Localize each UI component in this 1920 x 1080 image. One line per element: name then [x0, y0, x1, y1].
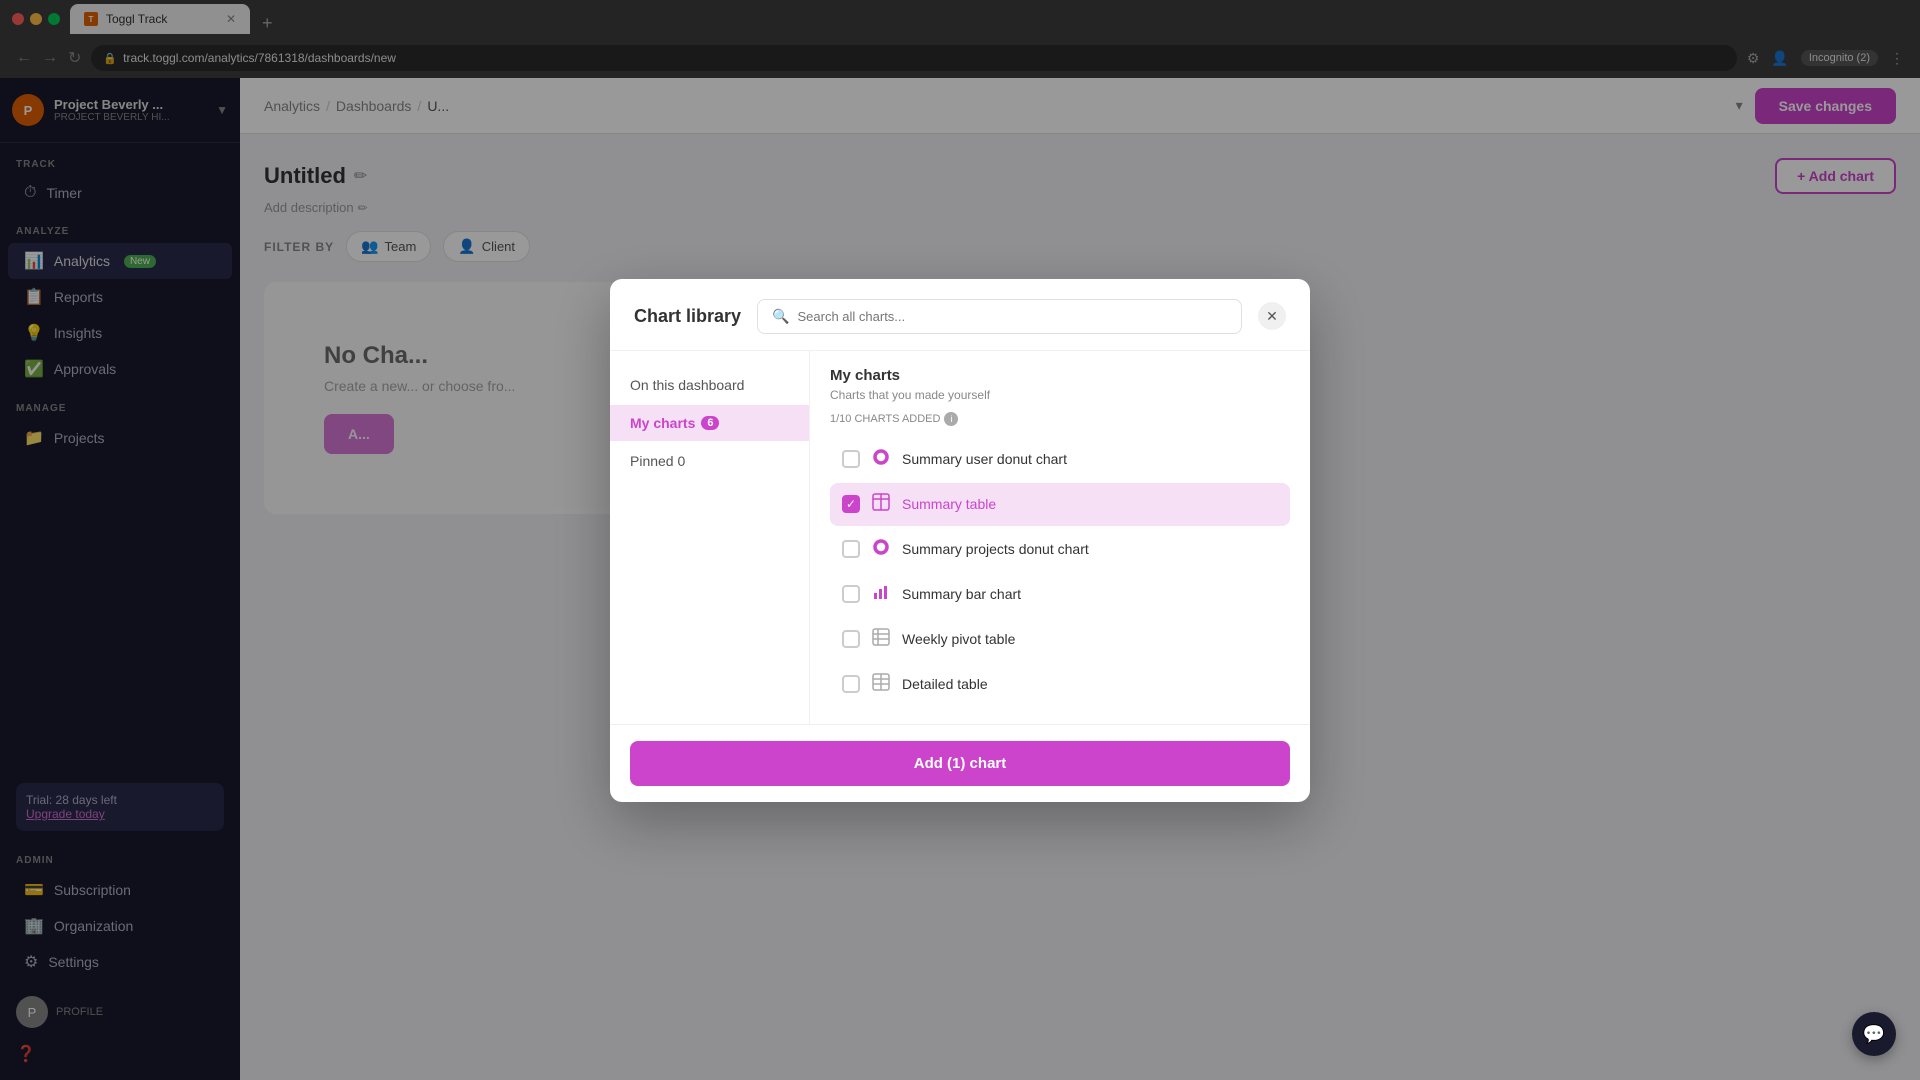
- add-chart-modal-button[interactable]: Add (1) chart: [630, 741, 1290, 786]
- modal-nav: On this dashboard My charts 6 Pinned 0: [610, 351, 810, 724]
- checkbox-summary-table[interactable]: ✓: [842, 495, 860, 513]
- pinned-label: Pinned 0: [630, 453, 685, 469]
- on-dashboard-label: On this dashboard: [630, 377, 744, 393]
- my-charts-badge: 6: [701, 416, 719, 430]
- chart-item-summary-projects-donut[interactable]: Summary projects donut chart: [830, 528, 1290, 571]
- modal-nav-item-my-charts[interactable]: My charts 6: [610, 405, 809, 441]
- chart-name-summary-user-donut: Summary user donut chart: [902, 451, 1067, 467]
- chart-name-detailed-table: Detailed table: [902, 676, 988, 692]
- bar-icon: [872, 583, 890, 606]
- table-icon-1: [872, 493, 890, 516]
- chart-name-summary-bar: Summary bar chart: [902, 586, 1021, 602]
- chat-icon: 💬: [1863, 1024, 1885, 1045]
- modal-title: Chart library: [634, 306, 741, 327]
- modal-search-box[interactable]: 🔍: [757, 299, 1242, 334]
- modal-nav-item-on-dashboard[interactable]: On this dashboard: [610, 367, 809, 403]
- info-icon[interactable]: i: [944, 412, 958, 426]
- chart-name-summary-projects-donut: Summary projects donut chart: [902, 541, 1089, 557]
- chart-name-weekly-pivot: Weekly pivot table: [902, 631, 1015, 647]
- search-input[interactable]: [797, 309, 1227, 324]
- added-count-text: 1/10 CHARTS ADDED: [830, 413, 940, 425]
- modal-footer: Add (1) chart: [610, 724, 1310, 802]
- checkbox-weekly-pivot[interactable]: [842, 630, 860, 648]
- chart-item-summary-user-donut[interactable]: Summary user donut chart: [830, 438, 1290, 481]
- chart-library-modal: Chart library 🔍 ✕ On this dashboard My c…: [610, 279, 1310, 802]
- chat-widget[interactable]: 💬: [1852, 1012, 1896, 1056]
- chart-item-summary-table[interactable]: ✓ Summary table: [830, 483, 1290, 526]
- modal-overlay[interactable]: Chart library 🔍 ✕ On this dashboard My c…: [0, 0, 1920, 1080]
- chart-name-summary-table: Summary table: [902, 496, 996, 512]
- modal-body: On this dashboard My charts 6 Pinned 0 M…: [610, 351, 1310, 724]
- modal-close-button[interactable]: ✕: [1258, 302, 1286, 330]
- charts-section-subtitle: Charts that you made yourself: [830, 388, 1290, 402]
- modal-header: Chart library 🔍 ✕: [610, 279, 1310, 351]
- donut-icon-1: [872, 448, 890, 471]
- table2-icon: [872, 673, 890, 696]
- checkbox-summary-projects-donut[interactable]: [842, 540, 860, 558]
- checkbox-summary-bar[interactable]: [842, 585, 860, 603]
- search-icon: 🔍: [772, 308, 789, 325]
- pivot-icon: [872, 628, 890, 651]
- donut-icon-2: [872, 538, 890, 561]
- my-charts-label: My charts: [630, 415, 695, 431]
- charts-section-title: My charts: [830, 367, 1290, 384]
- chart-item-summary-bar[interactable]: Summary bar chart: [830, 573, 1290, 616]
- modal-nav-item-pinned[interactable]: Pinned 0: [610, 443, 809, 479]
- modal-chart-list: My charts Charts that you made yourself …: [810, 351, 1310, 724]
- chart-item-weekly-pivot[interactable]: Weekly pivot table: [830, 618, 1290, 661]
- charts-added-label: 1/10 CHARTS ADDED i: [830, 412, 1290, 426]
- checkbox-summary-user-donut[interactable]: [842, 450, 860, 468]
- checkbox-detailed-table[interactable]: [842, 675, 860, 693]
- chart-item-detailed-table[interactable]: Detailed table: [830, 663, 1290, 706]
